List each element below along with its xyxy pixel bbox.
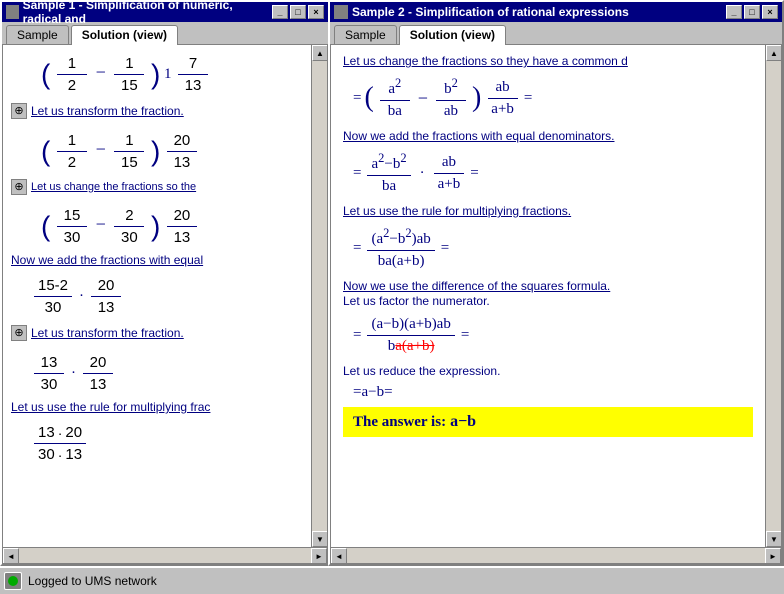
right-scroll-content[interactable]: Let us change the fractions so they have… xyxy=(331,45,765,547)
taskbar-start-btn[interactable] xyxy=(4,572,22,590)
right-step-4-text: Now we use the difference of the squares… xyxy=(343,278,753,293)
right-step-4-formula: = (a−b)(a+b)ab ba(a+b) = xyxy=(353,314,753,357)
right-step-1-formula: = ( a2 ba − b2 ab ) xyxy=(353,74,753,122)
step-2-icon: ⊕ xyxy=(11,179,27,195)
right-window-title: Sample 2 - Simplification of rational ex… xyxy=(352,5,629,19)
right-step-2-text: Now we add the fractions with equal deno… xyxy=(343,128,753,143)
answer-value: a−b xyxy=(450,413,476,431)
left-close-btn[interactable]: × xyxy=(308,5,324,19)
left-hscroll-left[interactable]: ◄ xyxy=(3,548,19,564)
right-maximize-btn[interactable]: □ xyxy=(744,5,760,19)
step-1-text: Let us transform the fraction. xyxy=(31,104,184,118)
left-window-icon xyxy=(6,5,19,19)
right-window: Sample 2 - Simplification of rational ex… xyxy=(328,0,784,566)
step-4-row: ⊕ Let us transform the fraction. xyxy=(11,322,305,344)
right-tab-sample[interactable]: Sample xyxy=(334,25,397,44)
right-scroll-down[interactable]: ▼ xyxy=(766,531,782,547)
step-1-icon: ⊕ xyxy=(11,103,27,119)
left-vscrollbar[interactable]: ▲ ▼ xyxy=(311,45,327,547)
step-3-formula: ( 15 30 − 2 30 ) xyxy=(41,205,305,248)
right-hscrollbar[interactable]: ◄ ► xyxy=(331,547,781,563)
taskbar-status: Logged to UMS network xyxy=(28,574,157,588)
right-scroll-thumb xyxy=(766,61,781,531)
step-1-row: ⊕ Let us transform the fraction. xyxy=(11,100,305,122)
left-content: ( 1 2 − 1 15 ) 1 xyxy=(3,45,311,477)
step-4-icon: ⊕ xyxy=(11,325,27,341)
left-hscrollbar[interactable]: ◄ ► xyxy=(3,547,327,563)
left-minimize-btn[interactable]: _ xyxy=(272,5,288,19)
right-step-5-formula: =a−b= xyxy=(353,384,753,401)
left-tab-solution[interactable]: Solution (view) xyxy=(71,25,178,45)
step-2-formula: ( 1 2 − 1 15 ) 20 xyxy=(41,130,305,173)
answer-row: The answer is: a−b xyxy=(343,407,753,437)
step-1-formula: ( 1 2 − 1 15 ) 1 xyxy=(41,53,305,96)
step-5-formula: 13 30 · 20 13 xyxy=(31,352,305,395)
right-content: Let us change the fractions so they have… xyxy=(331,45,765,445)
right-tab-solution[interactable]: Solution (view) xyxy=(399,25,506,45)
right-minimize-btn[interactable]: _ xyxy=(726,5,742,19)
step-6-formula: 13 · 20 30 · 13 xyxy=(31,422,305,465)
left-window-title: Sample 1 - Simplification of numeric, ra… xyxy=(23,0,272,26)
left-scroll-up[interactable]: ▲ xyxy=(312,45,328,61)
left-hscroll-right[interactable]: ► xyxy=(311,548,327,564)
left-tabs: Sample Solution (view) xyxy=(2,22,328,44)
answer-text: The answer is: xyxy=(353,414,446,431)
step-2-row: ⊕ Let us change the fractions so the xyxy=(11,177,305,197)
right-scroll-up[interactable]: ▲ xyxy=(766,45,782,61)
left-hscroll-track xyxy=(19,548,311,563)
step-4-text: Let us transform the fraction. xyxy=(31,326,184,340)
right-step-4-text2: Let us factor the numerator. xyxy=(343,293,753,308)
right-hscroll-track xyxy=(347,548,765,563)
left-scroll-down[interactable]: ▼ xyxy=(312,531,328,547)
left-window-titlebar: Sample 1 - Simplification of numeric, ra… xyxy=(2,2,328,22)
step-4-formula: 15-2 30 · 20 13 xyxy=(31,275,305,318)
left-window: Sample 1 - Simplification of numeric, ra… xyxy=(0,0,330,566)
right-step-2-formula: = a2−b2 ba · ab a+b = xyxy=(353,149,753,197)
step-3-text: Now we add the fractions with equal xyxy=(11,252,305,267)
right-hscroll-left[interactable]: ◄ xyxy=(331,548,347,564)
step-5-text: Let us use the rule for multiplying frac xyxy=(11,399,305,414)
start-dot xyxy=(8,576,18,586)
right-window-icon xyxy=(334,5,348,19)
left-scroll-thumb xyxy=(312,61,327,531)
step-2-text: Let us change the fractions so the xyxy=(31,181,196,193)
right-tabs: Sample Solution (view) xyxy=(330,22,782,44)
right-vscrollbar[interactable]: ▲ ▼ xyxy=(765,45,781,547)
right-step-1-text: Let us change the fractions so they have… xyxy=(343,53,753,68)
taskbar: Logged to UMS network xyxy=(0,566,784,594)
right-hscroll-right[interactable]: ► xyxy=(765,548,781,564)
right-step-3-text: Let us use the rule for multiplying frac… xyxy=(343,203,753,218)
right-step-3-formula: = (a2−b2)ab ba(a+b) = xyxy=(353,224,753,272)
left-tab-sample[interactable]: Sample xyxy=(6,25,69,44)
left-scroll-content[interactable]: ( 1 2 − 1 15 ) 1 xyxy=(3,45,311,547)
left-maximize-btn[interactable]: □ xyxy=(290,5,306,19)
right-step-5-text: Let us reduce the expression. xyxy=(343,363,753,378)
right-close-btn[interactable]: × xyxy=(762,5,778,19)
right-window-titlebar: Sample 2 - Simplification of rational ex… xyxy=(330,2,782,22)
